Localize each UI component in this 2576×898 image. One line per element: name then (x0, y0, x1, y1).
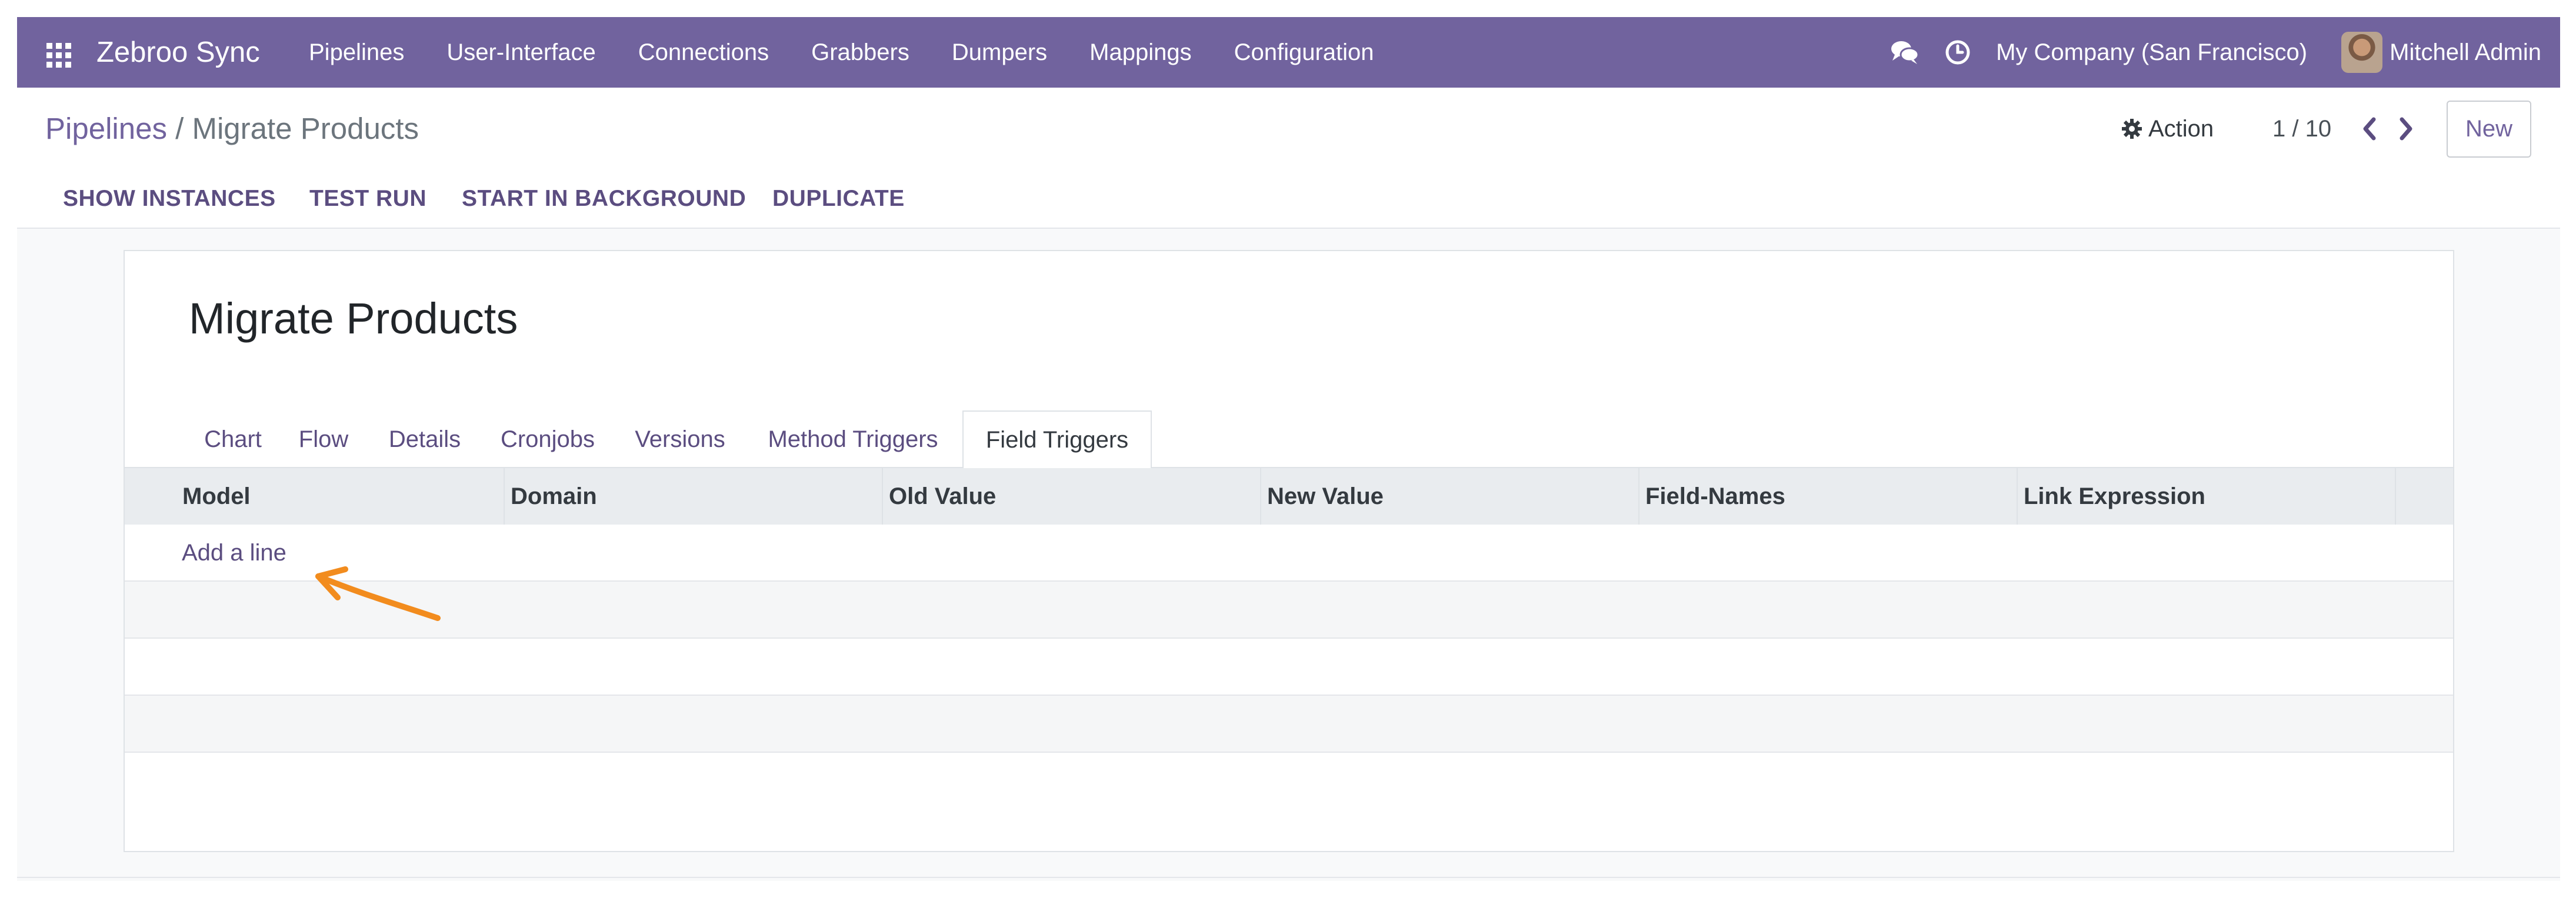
form-sheet: Migrate Products Chart Flow Details Cron… (124, 250, 2454, 852)
new-record-button[interactable]: New (2447, 101, 2531, 158)
user-menu[interactable]: Mitchell Admin (2341, 32, 2541, 73)
tab-cronjobs[interactable]: Cronjobs (496, 410, 599, 468)
chevron-right-icon (2400, 117, 2412, 141)
tab-flow[interactable]: Flow (294, 410, 353, 468)
app-window: Zebroo Sync Pipelines User-Interface Con… (17, 17, 2560, 881)
tab-versions[interactable]: Versions (631, 410, 729, 468)
column-header-model[interactable]: Model (176, 468, 505, 525)
menu-item-configuration[interactable]: Configuration (1234, 17, 1374, 88)
menu-item-grabbers[interactable]: Grabbers (811, 17, 909, 88)
apps-grid-icon[interactable] (46, 43, 71, 68)
column-header-field-names[interactable]: Field-Names (1639, 468, 2018, 525)
gear-icon (2122, 119, 2142, 139)
show-instances-button[interactable]: SHOW INSTANCES (63, 170, 276, 228)
chat-bubbles-icon[interactable] (1890, 38, 1919, 67)
menu-item-user-interface[interactable]: User-Interface (446, 17, 595, 88)
column-header-new-value[interactable]: New Value (1261, 468, 1639, 525)
table-row (125, 639, 2453, 696)
add-a-line-link[interactable]: Add a line (182, 525, 286, 581)
user-name: Mitchell Admin (2390, 39, 2541, 65)
app-brand[interactable]: Zebroo Sync (96, 17, 260, 88)
annotation-arrow-icon (315, 566, 441, 621)
table-row: Add a line (125, 525, 2453, 582)
pager-next-button[interactable] (2394, 116, 2417, 142)
pager-previous-button[interactable] (2358, 116, 2382, 142)
chevron-left-icon (2363, 117, 2376, 141)
tab-method-triggers[interactable]: Method Triggers (760, 410, 946, 468)
field-triggers-table: Model Domain Old Value New Value Field-N… (125, 467, 2453, 753)
column-header-domain[interactable]: Domain (505, 468, 883, 525)
table-row (125, 696, 2453, 753)
start-in-background-button[interactable]: START IN BACKGROUND (462, 170, 746, 228)
table-header: Model Domain Old Value New Value Field-N… (125, 467, 2453, 525)
top-navbar: Zebroo Sync Pipelines User-Interface Con… (17, 17, 2560, 88)
notebook-tabs: Chart Flow Details Cronjobs Versions Met… (125, 410, 2453, 468)
breadcrumb-parent-link[interactable]: Pipelines (45, 112, 167, 145)
form-button-bar: SHOW INSTANCES TEST RUN START IN BACKGRO… (17, 170, 2560, 229)
systray: My Company (San Francisco) Mitchell Admi… (1890, 17, 2541, 88)
action-label: Action (2148, 115, 2214, 142)
avatar (2341, 32, 2383, 73)
breadcrumb-separator: / (175, 112, 184, 145)
control-panel: Pipelines / Migrate Products Action 1 / … (17, 88, 2560, 171)
breadcrumb-current: Migrate Products (192, 112, 419, 145)
column-header-old-value[interactable]: Old Value (883, 468, 1261, 525)
menu-item-dumpers[interactable]: Dumpers (952, 17, 1047, 88)
column-header-link-expression[interactable]: Link Expression (2018, 468, 2396, 525)
tab-field-triggers[interactable]: Field Triggers (962, 410, 1152, 468)
page-bottom-divider (17, 877, 2560, 878)
breadcrumb: Pipelines / Migrate Products (45, 88, 419, 170)
menu-item-pipelines[interactable]: Pipelines (309, 17, 404, 88)
company-switcher[interactable]: My Company (San Francisco) (1996, 39, 2307, 66)
menu-item-connections[interactable]: Connections (638, 17, 769, 88)
action-menu-button[interactable]: Action (2121, 88, 2214, 170)
test-run-button[interactable]: TEST RUN (309, 170, 426, 228)
tab-chart[interactable]: Chart (200, 410, 266, 468)
pager-value[interactable]: 1 / 10 (2272, 88, 2331, 170)
menu-item-mappings[interactable]: Mappings (1089, 17, 1191, 88)
clock-icon[interactable] (1943, 38, 1972, 67)
duplicate-button[interactable]: DUPLICATE (772, 170, 905, 228)
table-row (125, 582, 2453, 639)
tab-details[interactable]: Details (384, 410, 466, 468)
main-menu: Pipelines User-Interface Connections Gra… (309, 17, 1417, 88)
record-title[interactable]: Migrate Products (189, 293, 518, 343)
